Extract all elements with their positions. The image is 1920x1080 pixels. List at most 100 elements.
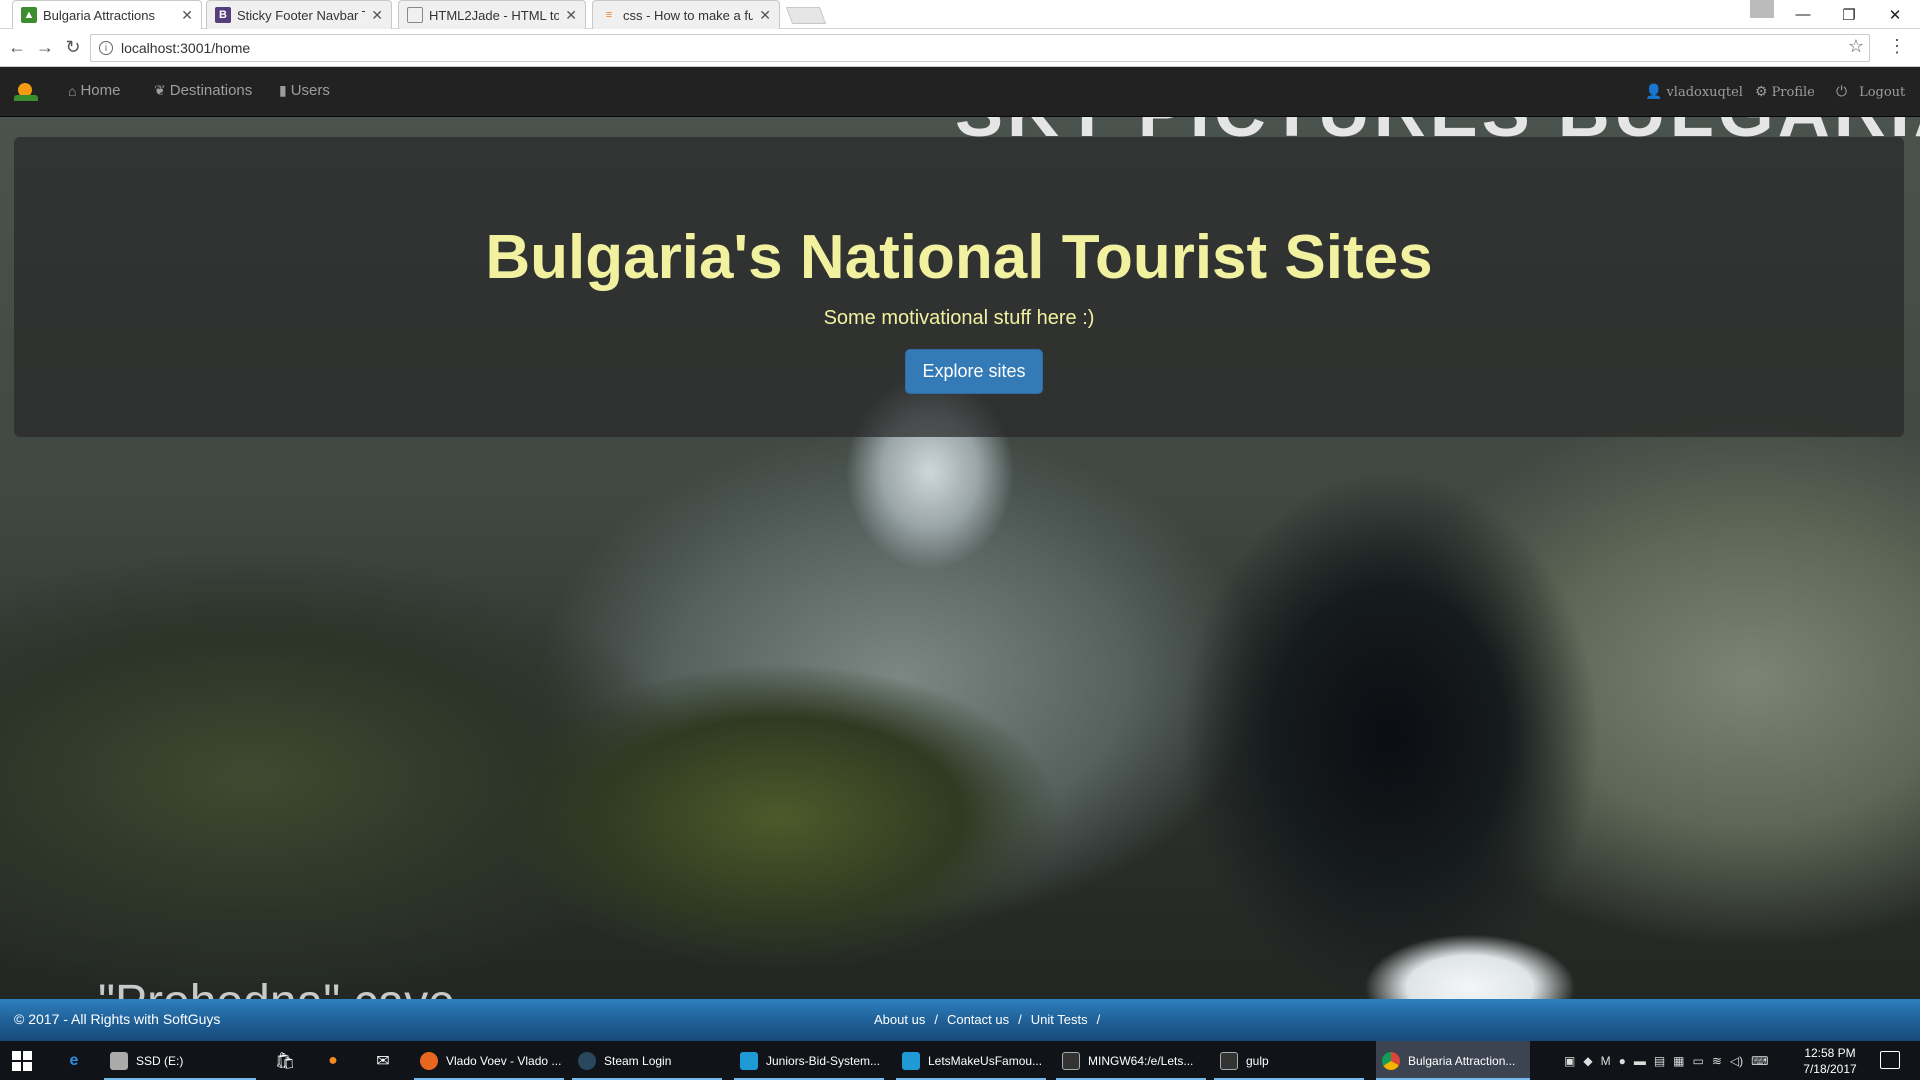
close-icon[interactable]: ✕ xyxy=(565,7,577,24)
firefox-icon[interactable]: ● xyxy=(322,1050,344,1072)
stackoverflow-icon: ≡ xyxy=(605,9,613,21)
chrome-icon xyxy=(1382,1051,1400,1070)
browser-profile-icon[interactable] xyxy=(1750,0,1774,18)
bootstrap-icon: B xyxy=(215,7,231,23)
tab-css-fullscreen[interactable]: ≡ css - How to make a full ✕ xyxy=(592,0,780,29)
nav-home[interactable]: ⌂ Home xyxy=(68,82,120,99)
close-icon[interactable]: ✕ xyxy=(759,7,771,24)
tab-html2jade[interactable]: HTML2Jade - HTML to Ja ✕ xyxy=(398,0,586,29)
action-center-icon[interactable] xyxy=(1880,1051,1900,1069)
terminal-icon xyxy=(1220,1051,1238,1070)
store-icon[interactable]: 🛍 xyxy=(274,1050,296,1072)
firefox-icon xyxy=(420,1051,438,1070)
taskbar-item-label: gulp xyxy=(1246,1053,1269,1068)
tray-app-icon[interactable]: ● xyxy=(1619,1054,1626,1068)
nav-profile[interactable]: ⚙ Profile xyxy=(1755,84,1815,100)
taskbar-item-label: SSD (E:) xyxy=(136,1053,184,1068)
malwarebytes-icon[interactable]: M xyxy=(1601,1054,1611,1068)
volume-icon[interactable]: ◁) xyxy=(1730,1054,1743,1068)
bookmark-star-icon[interactable]: ☆ xyxy=(1848,36,1864,57)
edge-icon[interactable]: e xyxy=(63,1050,85,1072)
windows-start-icon[interactable] xyxy=(12,1051,32,1071)
wifi-icon[interactable]: ≋ xyxy=(1712,1054,1722,1068)
info-icon[interactable]: i xyxy=(99,41,113,55)
minimize-icon[interactable]: — xyxy=(1780,0,1826,29)
browser-tab-strip: ▲ Bulgaria Attractions ✕ B Sticky Footer… xyxy=(0,0,1920,29)
dropbox-icon[interactable]: ◆ xyxy=(1583,1054,1592,1068)
site-logo-icon: ▲ xyxy=(21,7,37,23)
tab-bulgaria-attractions[interactable]: ▲ Bulgaria Attractions ✕ xyxy=(12,0,202,29)
nav-destinations-label: Destinations xyxy=(169,82,253,99)
clock-time: 12:58 PM xyxy=(1804,1046,1856,1060)
page-icon xyxy=(407,7,423,23)
leaf-icon: ❦ xyxy=(154,82,166,98)
nav-user[interactable]: 👤 vladoxuqtel xyxy=(1645,84,1743,100)
tray-app-icon[interactable]: ▤ xyxy=(1654,1054,1665,1068)
tab-title: Bulgaria Attractions xyxy=(43,7,156,23)
nav-logout-label: Logout xyxy=(1859,84,1906,100)
explore-sites-button[interactable]: Explore sites xyxy=(905,349,1043,394)
nav-profile-label: Profile xyxy=(1771,84,1815,100)
jumbotron: Bulgaria's National Tourist Sites Some m… xyxy=(14,137,1904,437)
footer-link-contact[interactable]: Contact us xyxy=(947,1012,1009,1027)
user-icon: 👤 xyxy=(1645,84,1663,100)
brand-logo[interactable] xyxy=(14,81,38,105)
taskbar-item-ssd[interactable]: SSD (E:) xyxy=(104,1041,256,1080)
taskbar-item-label: Juniors-Bid-System... xyxy=(766,1053,881,1068)
url-text: localhost:3001/home xyxy=(121,40,251,56)
gear-icon: ⚙ xyxy=(1755,84,1768,100)
tray-app-icon[interactable]: ▣ xyxy=(1564,1054,1575,1068)
taskbar-item-label: MINGW64:/e/Lets... xyxy=(1088,1053,1194,1068)
site-navbar: ⌂ Home ❦ Destinations ▮ Users 👤 vladoxuq… xyxy=(0,67,1920,117)
url-input[interactable]: i localhost:3001/home xyxy=(90,34,1870,62)
close-window-icon[interactable]: ✕ xyxy=(1872,0,1918,29)
tab-title: Sticky Footer Navbar Ten xyxy=(237,7,365,23)
power-icon: ⏻ xyxy=(1836,84,1848,100)
taskbar-item-steam[interactable]: Steam Login xyxy=(572,1041,722,1080)
address-bar: ← → ↻ i localhost:3001/home ☆ ⋮ xyxy=(0,29,1920,67)
tab-title: css - How to make a full xyxy=(623,7,754,23)
tab-sticky-footer[interactable]: B Sticky Footer Navbar Ten ✕ xyxy=(206,0,392,29)
taskbar-item-label: Steam Login xyxy=(604,1053,672,1068)
reload-icon[interactable]: ↻ xyxy=(62,37,84,58)
footer-separator: / xyxy=(1018,1012,1022,1027)
taskbar-item-mingw[interactable]: MINGW64:/e/Lets... xyxy=(1056,1041,1206,1080)
footer-link-about[interactable]: About us xyxy=(874,1012,925,1027)
taskbar-item-webstorm-2[interactable]: LetsMakeUsFamou... xyxy=(896,1041,1046,1080)
nav-users[interactable]: ▮ Users xyxy=(279,82,330,99)
windows-taskbar: e SSD (E:) 🛍 ● ✉ Vlado Voev - Vlado ... … xyxy=(0,1041,1920,1080)
close-icon[interactable]: ✕ xyxy=(181,7,193,24)
taskbar-clock[interactable]: 12:58 PM 7/18/2017 xyxy=(1790,1045,1870,1077)
back-icon[interactable]: ← xyxy=(6,37,28,58)
battery-icon[interactable]: ▭ xyxy=(1693,1054,1704,1068)
taskbar-item-webstorm-1[interactable]: Juniors-Bid-System... xyxy=(734,1041,884,1080)
footer-link-unit-tests[interactable]: Unit Tests xyxy=(1031,1012,1088,1027)
logo-grass xyxy=(14,95,38,101)
nav-destinations[interactable]: ❦ Destinations xyxy=(154,82,252,99)
taskbar-item-gulp[interactable]: gulp xyxy=(1214,1041,1364,1080)
steam-icon xyxy=(578,1051,596,1070)
tray-app-icon[interactable]: ▦ xyxy=(1673,1054,1684,1068)
footer-links: About us / Contact us / Unit Tests / xyxy=(874,1012,1100,1027)
nav-logout[interactable]: ⏻ Logout xyxy=(1836,84,1905,100)
restore-icon[interactable]: ❐ xyxy=(1826,0,1872,29)
book-icon: ▮ xyxy=(279,82,287,98)
webstorm-icon xyxy=(740,1051,758,1070)
nav-home-label: Home xyxy=(80,82,121,99)
taskbar-item-chrome[interactable]: Bulgaria Attraction... xyxy=(1376,1041,1530,1080)
page-subtitle: Some motivational stuff here :) xyxy=(823,307,1095,329)
chat-icon[interactable]: ▬ xyxy=(1634,1054,1646,1068)
forward-icon[interactable]: → xyxy=(34,37,56,58)
site-footer: © 2017 - All Rights with SoftGuys About … xyxy=(0,999,1920,1041)
keyboard-icon[interactable]: ⌨ xyxy=(1751,1054,1768,1068)
new-tab-button[interactable] xyxy=(785,7,827,24)
mail-icon[interactable]: ✉ xyxy=(372,1050,394,1072)
page-title: Bulgaria's National Tourist Sites xyxy=(485,223,1433,292)
menu-icon[interactable]: ⋮ xyxy=(1888,36,1906,57)
footer-separator: / xyxy=(1096,1012,1101,1027)
clock-date: 7/18/2017 xyxy=(1803,1062,1857,1076)
terminal-icon xyxy=(1062,1051,1080,1070)
home-icon: ⌂ xyxy=(68,82,77,99)
close-icon[interactable]: ✕ xyxy=(371,7,383,24)
taskbar-item-firefox[interactable]: Vlado Voev - Vlado ... xyxy=(414,1041,564,1080)
